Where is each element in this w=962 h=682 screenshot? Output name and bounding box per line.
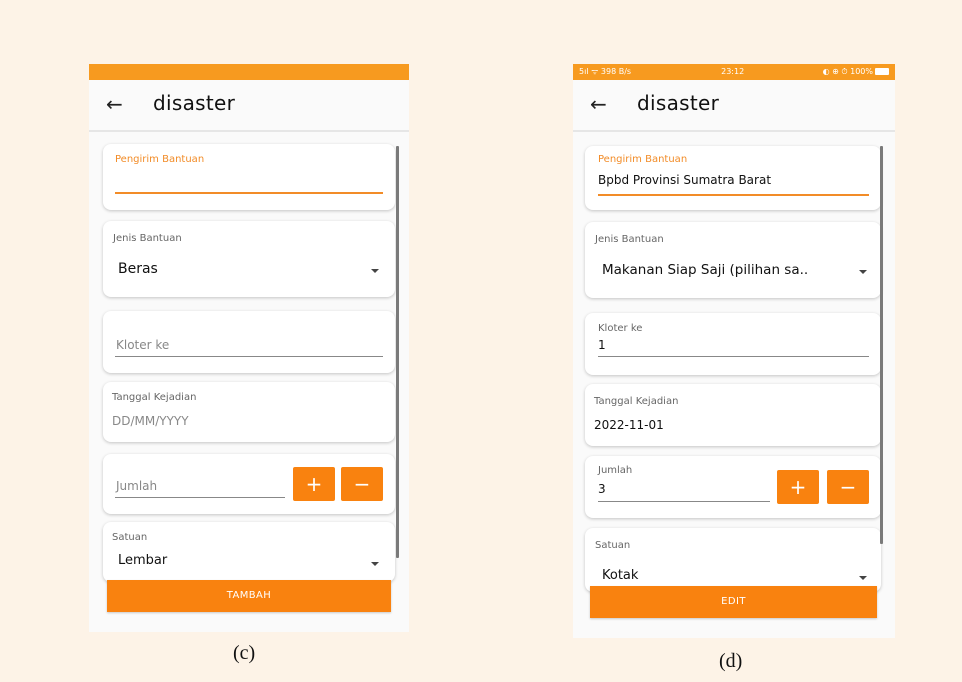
jenis-bantuan-label: Jenis Bantuan: [113, 233, 182, 244]
tanggal-kejadian-label: Tanggal Kejadian: [112, 392, 197, 403]
tambah-button[interactable]: TAMBAH: [107, 580, 391, 612]
satuan-card: Satuan Lembar: [103, 522, 395, 582]
increment-button[interactable]: +: [293, 467, 335, 501]
jenis-bantuan-card: Jenis Bantuan Makanan Siap Saji (pilihan…: [585, 222, 881, 298]
satuan-label: Satuan: [595, 540, 631, 551]
status-icons: ◐ ⊕ ⏱ 100%: [823, 64, 889, 80]
jumlah-card: Jumlah 3 + −: [585, 456, 881, 518]
edit-button[interactable]: EDIT: [590, 586, 877, 618]
signal-info: 5ıl ᯤ 398 B/s: [579, 67, 632, 76]
figure-caption-c: (c): [233, 642, 256, 664]
tanggal-kejadian-label: Tanggal Kejadian: [594, 396, 679, 407]
kloter-label: Kloter ke: [598, 323, 643, 334]
screen-c: ← disaster Pengirim Bantuan Jenis Bantua…: [89, 64, 409, 632]
back-arrow-icon[interactable]: ←: [590, 91, 607, 117]
jenis-bantuan-label: Jenis Bantuan: [595, 234, 664, 245]
app-bar: ← disaster: [89, 80, 409, 132]
status-bar: 5ıl ᯤ 398 B/s 23:12 ◐ ⊕ ⏱ 100%: [573, 64, 895, 80]
kloter-input[interactable]: 1: [598, 338, 606, 352]
tanggal-kejadian-input[interactable]: 2022-11-01: [594, 418, 664, 432]
jumlah-card: Jumlah + −: [103, 454, 395, 514]
pengirim-bantuan-card: Pengirim Bantuan Bpbd Provinsi Sumatra B…: [585, 146, 881, 210]
dropdown-arrow-icon[interactable]: [371, 269, 379, 273]
kloter-card: Kloter ke 1: [585, 313, 881, 375]
satuan-card: Satuan Kotak: [585, 528, 881, 592]
decrement-button[interactable]: −: [341, 467, 383, 501]
scrollbar[interactable]: [880, 146, 883, 544]
jumlah-input[interactable]: Jumlah: [116, 479, 157, 493]
jumlah-underline: [115, 497, 285, 498]
figure-caption-d: (d): [719, 650, 743, 672]
jenis-bantuan-select[interactable]: Makanan Siap Saji (pilihan sa..: [602, 262, 808, 278]
kloter-underline: [598, 356, 869, 357]
dropdown-arrow-icon[interactable]: [371, 562, 379, 566]
status-time: 23:12: [721, 67, 745, 76]
jumlah-label: Jumlah: [598, 465, 633, 476]
battery-icon: [875, 68, 889, 75]
satuan-label: Satuan: [112, 532, 148, 543]
kloter-input[interactable]: Kloter ke: [116, 338, 169, 352]
dropdown-arrow-icon[interactable]: [859, 270, 867, 274]
back-arrow-icon[interactable]: ←: [106, 91, 123, 117]
dropdown-arrow-icon[interactable]: [859, 576, 867, 580]
jenis-bantuan-select[interactable]: Beras: [118, 261, 158, 277]
page-title: disaster: [153, 91, 236, 115]
tanggal-kejadian-card: Tanggal Kejadian 2022-11-01: [585, 384, 881, 446]
satuan-select[interactable]: Kotak: [602, 568, 638, 583]
tanggal-kejadian-input[interactable]: DD/MM/YYYY: [112, 414, 189, 428]
app-bar: ← disaster: [573, 80, 895, 132]
page-title: disaster: [637, 91, 720, 115]
jenis-bantuan-card: Jenis Bantuan Beras: [103, 221, 395, 297]
pengirim-bantuan-input[interactable]: [115, 192, 383, 194]
satuan-select[interactable]: Lembar: [118, 553, 167, 568]
kloter-underline: [115, 356, 383, 357]
pengirim-bantuan-input[interactable]: Bpbd Provinsi Sumatra Barat: [598, 173, 771, 187]
screen-d: 5ıl ᯤ 398 B/s 23:12 ◐ ⊕ ⏱ 100% ← disaste…: [573, 64, 895, 638]
status-indicators: ◐ ⊕ ⏱ 100%: [822, 67, 873, 76]
pengirim-bantuan-label: Pengirim Bantuan: [115, 154, 205, 165]
jumlah-input[interactable]: 3: [598, 482, 606, 496]
status-bar: [89, 64, 409, 80]
pengirim-bantuan-label: Pengirim Bantuan: [598, 154, 688, 165]
pengirim-bantuan-underline: [598, 194, 869, 196]
kloter-card: Kloter ke: [103, 311, 395, 373]
tanggal-kejadian-card: Tanggal Kejadian DD/MM/YYYY: [103, 382, 395, 442]
jumlah-underline: [598, 501, 770, 502]
scrollbar[interactable]: [396, 146, 399, 558]
pengirim-bantuan-card: Pengirim Bantuan: [103, 144, 395, 210]
increment-button[interactable]: +: [777, 470, 819, 504]
decrement-button[interactable]: −: [827, 470, 869, 504]
